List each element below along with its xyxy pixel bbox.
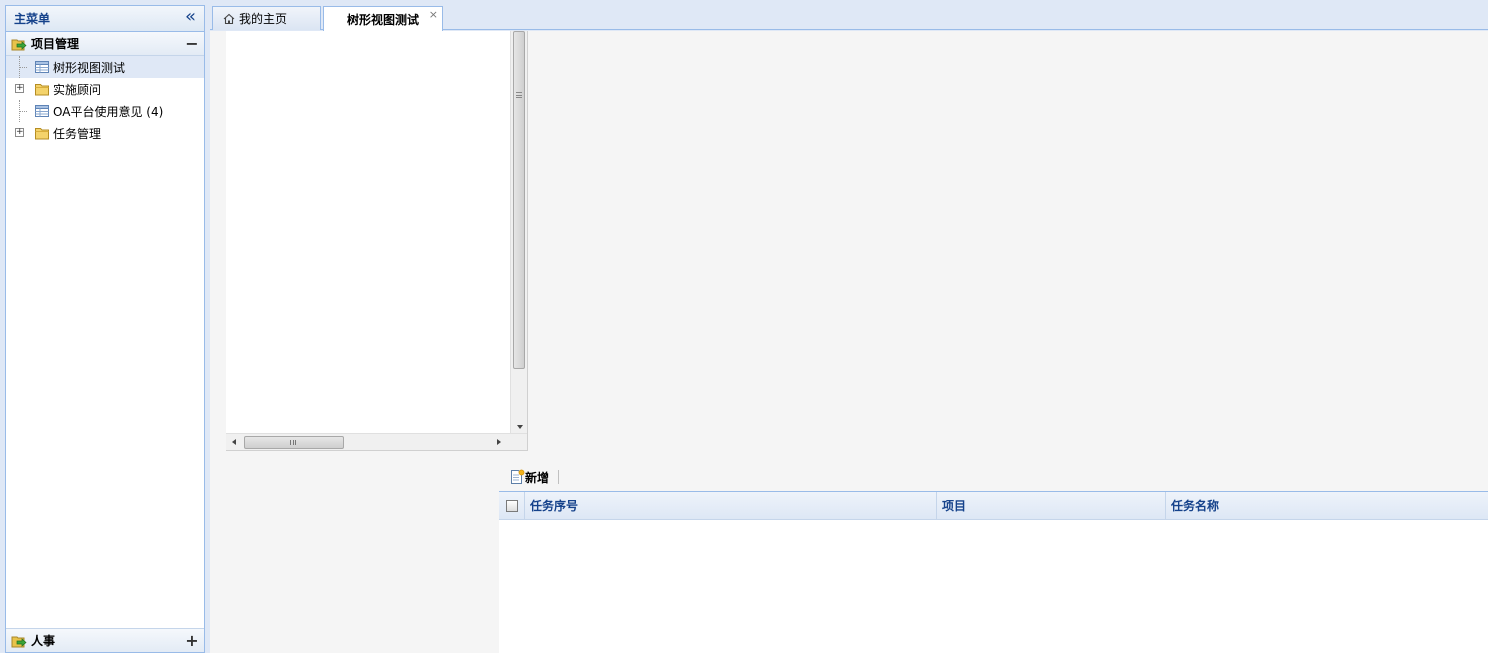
plus-icon: + — [15, 127, 24, 137]
folder-arrow-icon — [11, 636, 27, 647]
grip-icon — [516, 92, 522, 98]
arrow-right-icon[interactable] — [497, 439, 501, 445]
horizontal-scrollbar[interactable] — [226, 433, 527, 450]
select-all-checkbox[interactable] — [505, 499, 518, 512]
tree-elbow — [14, 56, 27, 78]
main-menu-header: 主菜单 « — [6, 6, 204, 32]
scroll-thumb[interactable] — [244, 436, 344, 449]
add-document-icon — [511, 469, 525, 484]
add-button[interactable]: 新增 — [509, 469, 549, 486]
expand-toggle[interactable]: + — [185, 631, 199, 650]
grid-header: 任务序号 项目 任务名称 — [499, 491, 1488, 520]
double-chevron-left-icon[interactable]: « — [185, 8, 196, 26]
folder-icon — [35, 84, 49, 96]
tree-item-consultant[interactable]: + 实施顾问 — [6, 78, 204, 100]
vertical-scrollbar[interactable] — [510, 31, 527, 434]
tab-content: 新增 任务序号 项目 任务名称 — [210, 31, 1488, 653]
tab-label: 我的主页 — [239, 12, 288, 26]
nav-tree: 树形视图测试 + 实施顾问 OA平台使用意见 (4) + 任务管理 — [6, 56, 204, 626]
grid-toolbar: 新增 — [499, 463, 1488, 492]
tree-elbow — [14, 100, 27, 122]
accordion-header-project-management[interactable]: 项目管理 − — [6, 32, 204, 56]
column-header-project[interactable]: 项目 — [937, 491, 1166, 520]
plus-icon: + — [15, 83, 24, 93]
tree-item-treeview-test[interactable]: 树形视图测试 — [6, 56, 204, 78]
main-menu-panel: 主菜单 « 项目管理 − 树形视图测试 + 实施顾问 OA平台使用意见 (4) … — [5, 5, 205, 653]
tree-item-label: 实施顾问 — [53, 82, 102, 97]
tab-home[interactable]: 我的主页 — [212, 6, 321, 30]
grip-icon — [290, 440, 296, 445]
tree-item-label: 任务管理 — [53, 126, 102, 141]
select-all-checkbox-cell — [499, 491, 525, 520]
tab-bar: 我的主页 树形视图测试 × — [210, 5, 1488, 31]
arrow-left-icon[interactable] — [232, 439, 236, 445]
tab-treeview-test[interactable]: 树形视图测试 × — [323, 6, 443, 31]
expand-toggle[interactable]: + — [14, 78, 26, 100]
tree-item-label: OA平台使用意见 (4) — [53, 104, 164, 119]
tab-label: 树形视图测试 — [346, 12, 419, 27]
column-header-task-no[interactable]: 任务序号 — [525, 491, 937, 520]
accordion-label: 人事 — [31, 634, 56, 648]
arrow-down-icon[interactable] — [517, 425, 523, 429]
tree-item-task-management[interactable]: + 任务管理 — [6, 122, 204, 144]
folder-icon — [35, 128, 49, 140]
grid-table-icon — [35, 61, 49, 73]
main-menu-title: 主菜单 — [14, 12, 51, 26]
expand-toggle[interactable]: + — [14, 122, 26, 144]
close-icon[interactable]: × — [429, 8, 438, 21]
task-grid-panel: 新增 任务序号 项目 任务名称 — [499, 463, 1488, 653]
accordion-header-hr[interactable]: 人事 + — [6, 628, 204, 652]
toolbar-separator — [558, 470, 560, 484]
tree-item-label: 树形视图测试 — [53, 60, 126, 75]
scroll-thumb[interactable] — [513, 31, 525, 369]
folder-arrow-icon — [11, 39, 27, 50]
accordion-label: 项目管理 — [31, 37, 80, 51]
tree-item-oa-feedback[interactable]: OA平台使用意见 (4) — [6, 100, 204, 122]
tree-view-panel — [226, 31, 528, 451]
home-icon — [223, 13, 235, 24]
grid-table-icon — [35, 105, 49, 117]
column-header-task-name[interactable]: 任务名称 — [1166, 492, 1488, 520]
collapse-toggle[interactable]: − — [185, 34, 199, 53]
add-button-label: 新增 — [525, 470, 550, 485]
